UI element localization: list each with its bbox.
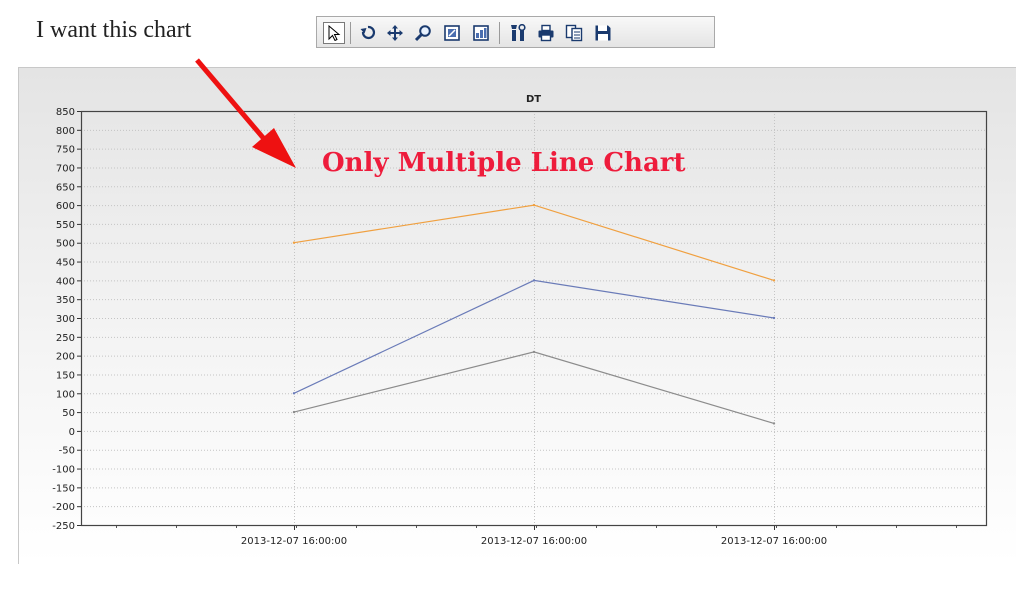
copy-button[interactable]: [563, 22, 585, 44]
floppy-disk-icon: [595, 25, 611, 41]
y-tick-label: -150: [52, 483, 75, 494]
y-tick-label: 150: [56, 370, 75, 381]
y-tick-label: 400: [56, 276, 75, 287]
y-tick-label: -100: [52, 465, 75, 476]
line-chart: DT 8508007507006506005505004504003503002…: [52, 94, 988, 547]
series-3-point: [772, 422, 776, 425]
zoom-in-box-button[interactable]: [441, 22, 463, 44]
x-tick-label: 2013-12-07 16:00:00: [481, 536, 587, 547]
series-3-point: [532, 350, 536, 354]
y-tick-label: 800: [56, 126, 75, 137]
toolbar-separator: [350, 22, 351, 44]
y-tick-label: -200: [52, 502, 75, 513]
series-1-point: [532, 203, 536, 207]
y-tick-label: 650: [56, 182, 75, 193]
y-tick-label: 200: [56, 352, 75, 363]
chart-toolbar: [316, 16, 715, 48]
cursor-arrow-icon: [328, 25, 341, 41]
y-tick-label: 750: [56, 145, 75, 156]
chart-panel: DT 850 800 750 700 650 600 550 500 450 400 350 300 2…: [18, 67, 1016, 564]
y-tick-label: 100: [56, 389, 75, 400]
y-tick-label: 50: [62, 408, 75, 419]
y-tick-label: 850: [56, 107, 75, 118]
zoom-magnifier-icon: [414, 25, 431, 42]
printer-icon: [538, 24, 554, 42]
x-tick-label: 2013-12-07 16:00:00: [721, 536, 827, 547]
toolbar-separator: [499, 22, 500, 44]
tools-icon: [511, 24, 526, 41]
series-2-point: [772, 316, 776, 320]
pan-arrows-icon: [387, 25, 403, 41]
y-tick-label: 0: [69, 427, 75, 438]
y-tick-label: 450: [56, 258, 75, 269]
series-2-point: [532, 279, 536, 282]
y-tick-label: 350: [56, 295, 75, 306]
zoom-out-box-icon: [473, 25, 489, 41]
y-tick-label: 300: [56, 314, 75, 325]
y-tick-label: 250: [56, 333, 75, 344]
zoom-in-box-icon: [444, 25, 460, 41]
series-1-point: [292, 241, 296, 244]
y-tick-label: -250: [52, 521, 75, 532]
copy-icon: [565, 24, 583, 42]
print-button[interactable]: [535, 22, 557, 44]
series-3-point: [292, 410, 296, 414]
series-1-point: [772, 279, 776, 282]
rotate-icon: [360, 25, 376, 40]
note-text: I want this chart: [36, 17, 192, 43]
series-2-point: [292, 392, 296, 395]
y-tick-label: 600: [56, 201, 75, 212]
y-tick-label: 550: [56, 220, 75, 231]
save-button[interactable]: [592, 22, 614, 44]
y-tick-label: 700: [56, 163, 75, 174]
settings-button[interactable]: [507, 22, 529, 44]
zoom-out-box-button[interactable]: [470, 22, 492, 44]
zoom-button[interactable]: [412, 22, 434, 44]
y-tick-label: -50: [59, 446, 75, 457]
chart-title: DT: [526, 94, 541, 105]
y-tick-label: 500: [56, 239, 75, 250]
select-tool-button[interactable]: [323, 22, 345, 44]
x-tick-label: 2013-12-07 16:00:00: [241, 536, 347, 547]
pan-button[interactable]: [384, 22, 406, 44]
annotation-text: Only Multiple Line Chart: [322, 148, 686, 178]
reset-button[interactable]: [357, 22, 379, 44]
